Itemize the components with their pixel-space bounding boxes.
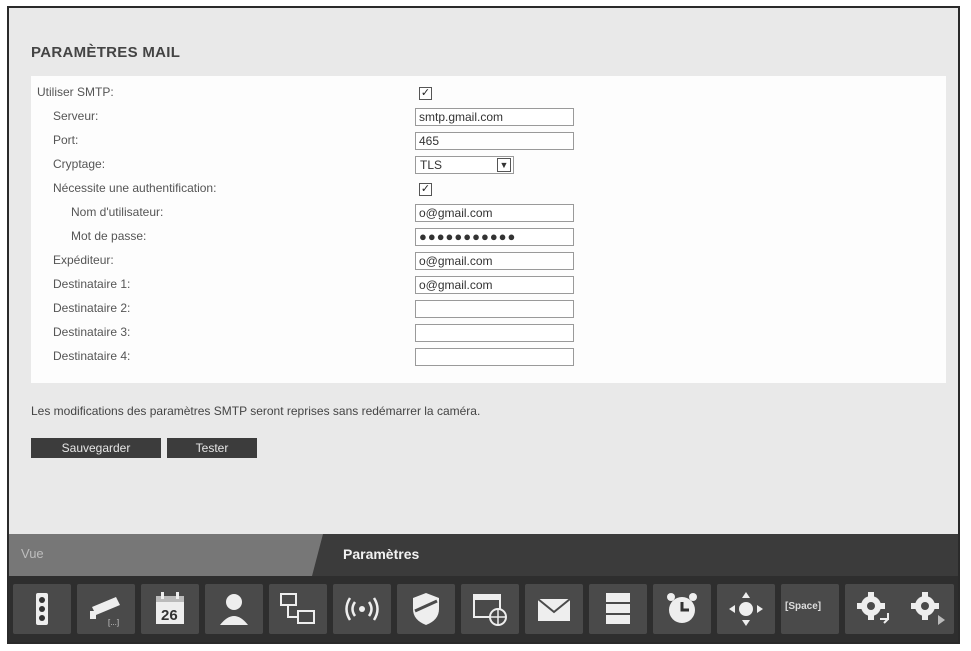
tab-vue-label[interactable]: Vue xyxy=(21,546,44,561)
recipient-2-input[interactable] xyxy=(415,300,574,318)
recipient-2-label: Destinataire 2: xyxy=(53,301,131,315)
row-recipient-4: Destinataire 4: xyxy=(31,346,946,370)
wireless-button[interactable] xyxy=(333,584,391,634)
row-server: Serveur: smtp.gmail.com xyxy=(31,106,946,130)
auth-label: Nécessite une authentification: xyxy=(53,181,217,195)
port-label: Port: xyxy=(53,133,79,147)
main-tabs: Vue Paramètres xyxy=(9,534,958,576)
web-settings-icon xyxy=(473,594,507,626)
app-window: PARAMÈTRES MAIL Utiliser SMTP: ✓ Serveur… xyxy=(7,6,960,644)
sender-label: Expéditeur: xyxy=(53,253,114,267)
web-settings-button[interactable] xyxy=(461,584,519,634)
system-settings-button[interactable] xyxy=(845,584,903,634)
auth-checkbox[interactable]: ✓ xyxy=(419,183,432,196)
mail-button[interactable] xyxy=(525,584,583,634)
user-button[interactable] xyxy=(205,584,263,634)
row-sender: Expéditeur: o@gmail.com xyxy=(31,250,946,274)
space-button[interactable]: [Space] xyxy=(781,584,839,634)
row-encryption: Cryptage: TLS ▼ xyxy=(31,154,946,178)
row-recipient-1: Destinataire 1: o@gmail.com xyxy=(31,274,946,298)
tab-parametres[interactable]: Paramètres xyxy=(343,546,419,562)
recipient-4-input[interactable] xyxy=(415,348,574,366)
security-button[interactable] xyxy=(397,584,455,634)
row-recipient-3: Destinataire 3: xyxy=(31,322,946,346)
camera-icon: [...] xyxy=(90,597,120,627)
space-icon: [Space] xyxy=(785,601,822,612)
username-input[interactable]: o@gmail.com xyxy=(415,204,574,222)
sender-input[interactable]: o@gmail.com xyxy=(415,252,574,270)
username-label: Nom d'utilisateur: xyxy=(71,205,164,219)
network-icon xyxy=(280,593,315,624)
server-label: Serveur: xyxy=(53,109,99,123)
wireless-icon xyxy=(345,597,379,621)
page-title: PARAMÈTRES MAIL xyxy=(31,44,181,61)
port-input[interactable]: 465 xyxy=(415,132,574,150)
recipient-1-label: Destinataire 1: xyxy=(53,277,131,291)
row-port: Port: 465 xyxy=(31,130,946,154)
use-smtp-label: Utiliser SMTP: xyxy=(37,85,114,99)
use-smtp-checkbox[interactable]: ✓ xyxy=(419,87,432,100)
alarm-clock-icon xyxy=(667,593,697,623)
storage-button[interactable] xyxy=(589,584,647,634)
svg-text:[...]: [...] xyxy=(108,618,119,627)
ptz-control-icon xyxy=(729,592,763,626)
recipient-1-input[interactable]: o@gmail.com xyxy=(415,276,574,294)
settings-toolbar: [...] 26 [Space] xyxy=(9,576,958,642)
advanced-settings-icon xyxy=(911,592,945,625)
chevron-down-icon[interactable]: ▼ xyxy=(497,158,511,172)
recipient-3-label: Destinataire 3: xyxy=(53,325,131,339)
status-icon xyxy=(36,593,48,625)
alarm-button[interactable] xyxy=(653,584,711,634)
row-username: Nom d'utilisateur: o@gmail.com xyxy=(31,202,946,226)
row-recipient-2: Destinataire 2: xyxy=(31,298,946,322)
status-button[interactable] xyxy=(13,584,71,634)
encryption-value: TLS xyxy=(420,158,443,172)
calendar-icon: 26 xyxy=(156,592,184,624)
mail-icon xyxy=(537,598,571,621)
calendar-button[interactable]: 26 xyxy=(141,584,199,634)
test-button[interactable]: Tester xyxy=(167,438,257,458)
encryption-label: Cryptage: xyxy=(53,157,106,171)
system-settings-icon xyxy=(857,592,889,624)
smtp-note: Les modifications des paramètres SMTP se… xyxy=(31,404,481,418)
mail-settings-panel: Utiliser SMTP: ✓ Serveur: smtp.gmail.com… xyxy=(31,76,946,383)
calendar-day: 26 xyxy=(161,607,178,624)
row-password: Mot de passe: ●●●●●●●●●●● xyxy=(31,226,946,250)
advanced-settings-button[interactable] xyxy=(899,584,954,634)
server-input[interactable]: smtp.gmail.com xyxy=(415,108,574,126)
tab-vue[interactable] xyxy=(9,534,323,576)
camera-button[interactable]: [...] xyxy=(77,584,135,634)
security-shield-icon xyxy=(413,593,439,625)
user-icon xyxy=(220,594,248,625)
password-input[interactable]: ●●●●●●●●●●● xyxy=(415,228,574,246)
storage-icon xyxy=(606,593,630,624)
password-label: Mot de passe: xyxy=(71,229,147,243)
recipient-3-input[interactable] xyxy=(415,324,574,342)
row-use-smtp: Utiliser SMTP: ✓ xyxy=(31,82,946,106)
save-button[interactable]: Sauvegarder xyxy=(31,438,161,458)
ptz-button[interactable] xyxy=(717,584,775,634)
network-button[interactable] xyxy=(269,584,327,634)
recipient-4-label: Destinataire 4: xyxy=(53,349,131,363)
encryption-select[interactable]: TLS ▼ xyxy=(415,156,514,174)
row-auth: Nécessite une authentification: ✓ xyxy=(31,178,946,202)
